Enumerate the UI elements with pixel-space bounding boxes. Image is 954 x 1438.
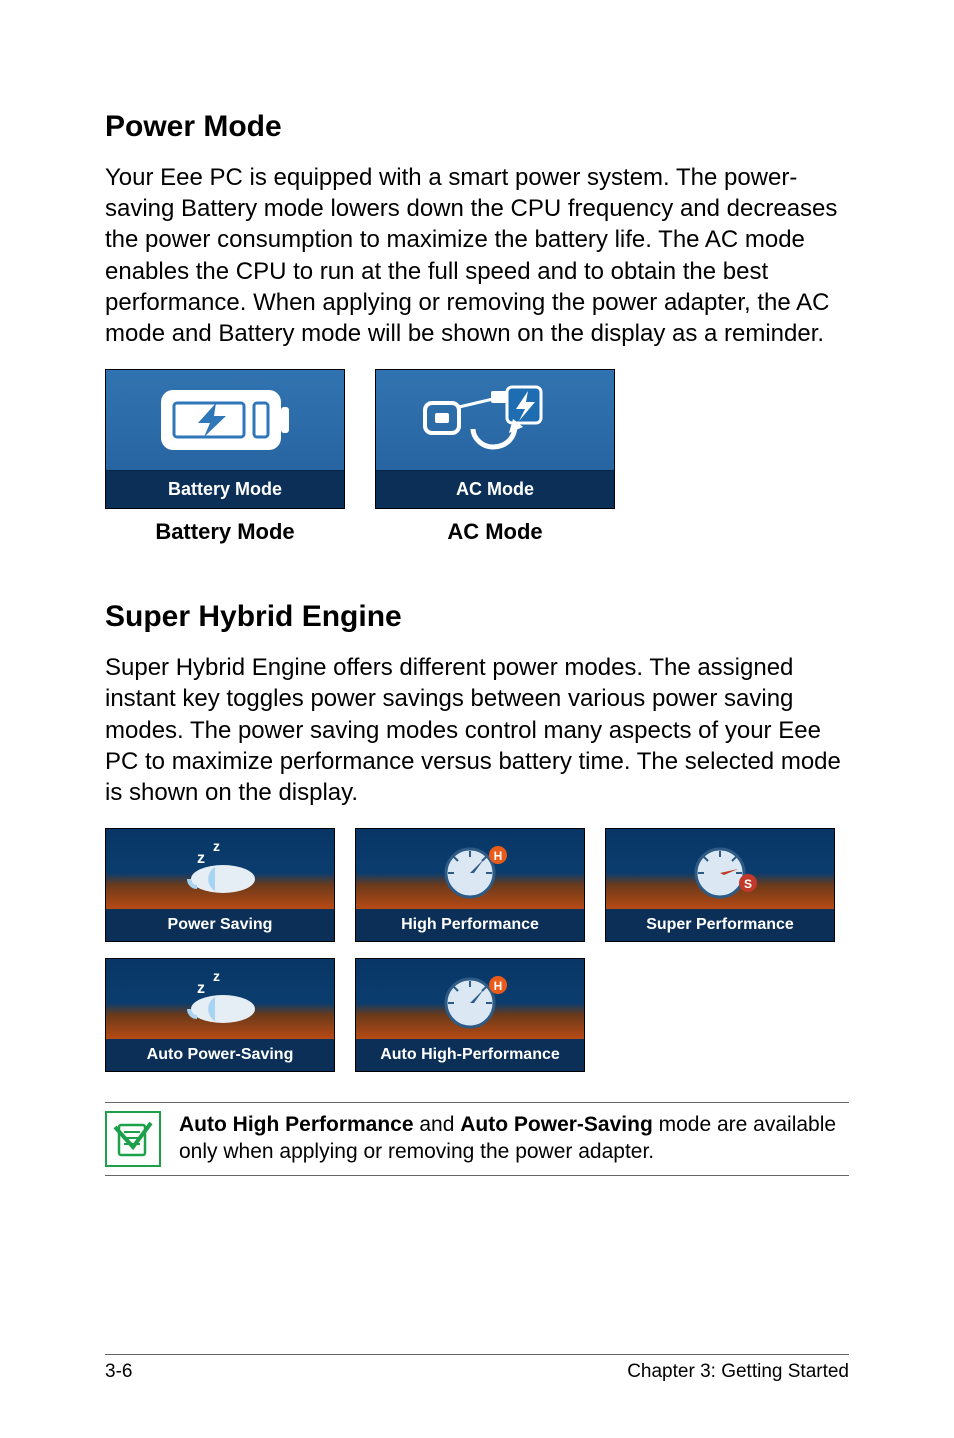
paragraph-super-hybrid: Super Hybrid Engine offers different pow…	[105, 652, 849, 808]
high-performance-illustration: H	[356, 829, 584, 909]
paragraph-power-mode: Your Eee PC is equipped with a smart pow…	[105, 162, 849, 349]
svg-text:S: S	[744, 877, 752, 891]
ac-mode-strip-label: AC Mode	[376, 470, 614, 508]
svg-text:H: H	[494, 849, 503, 863]
auto-power-saving-tile: z z Auto Power-Saving	[105, 958, 335, 1072]
note-mid: and	[414, 1113, 461, 1136]
note-bold-1: Auto High Performance	[179, 1113, 414, 1136]
super-performance-tile: S Super Performance	[605, 828, 835, 942]
note-icon	[105, 1111, 161, 1167]
battery-mode-illustration	[106, 370, 344, 470]
auto-high-performance-illustration: H	[356, 959, 584, 1039]
auto-power-saving-label: Auto Power-Saving	[106, 1039, 334, 1071]
svg-text:z: z	[213, 969, 220, 984]
super-performance-label: Super Performance	[606, 909, 834, 941]
battery-mode-caption: Battery Mode	[105, 519, 345, 545]
page-footer: 3-6 Chapter 3: Getting Started	[105, 1354, 849, 1383]
note-block: Auto High Performance and Auto Power-Sav…	[105, 1102, 849, 1176]
svg-text:z: z	[213, 839, 220, 854]
power-mode-captions: Battery Mode AC Mode	[105, 519, 849, 545]
auto-power-saving-illustration: z z	[106, 959, 334, 1039]
heading-super-hybrid: Super Hybrid Engine	[105, 600, 849, 634]
power-mode-tiles: Battery Mode AC Mode	[105, 369, 849, 509]
super-performance-illustration: S	[606, 829, 834, 909]
page-number: 3-6	[105, 1361, 132, 1383]
chapter-label: Chapter 3: Getting Started	[627, 1361, 849, 1383]
auto-high-performance-label: Auto High-Performance	[356, 1039, 584, 1071]
high-performance-tile: H High Performance	[355, 828, 585, 942]
power-saving-label: Power Saving	[106, 909, 334, 941]
ac-mode-tile: AC Mode	[375, 369, 615, 509]
note-bold-2: Auto Power-Saving	[460, 1113, 653, 1136]
heading-power-mode: Power Mode	[105, 110, 849, 144]
ac-mode-illustration	[376, 370, 614, 470]
she-mode-grid: z z Power Saving H	[105, 828, 849, 1072]
svg-text:z: z	[197, 980, 205, 997]
battery-mode-tile: Battery Mode	[105, 369, 345, 509]
high-performance-label: High Performance	[356, 909, 584, 941]
svg-text:H: H	[494, 979, 503, 993]
svg-text:z: z	[197, 850, 205, 867]
auto-high-performance-tile: H Auto High-Performance	[355, 958, 585, 1072]
ac-mode-caption: AC Mode	[375, 519, 615, 545]
power-saving-tile: z z Power Saving	[105, 828, 335, 942]
note-text: Auto High Performance and Auto Power-Sav…	[179, 1111, 849, 1166]
power-saving-illustration: z z	[106, 829, 334, 909]
battery-mode-strip-label: Battery Mode	[106, 470, 344, 508]
